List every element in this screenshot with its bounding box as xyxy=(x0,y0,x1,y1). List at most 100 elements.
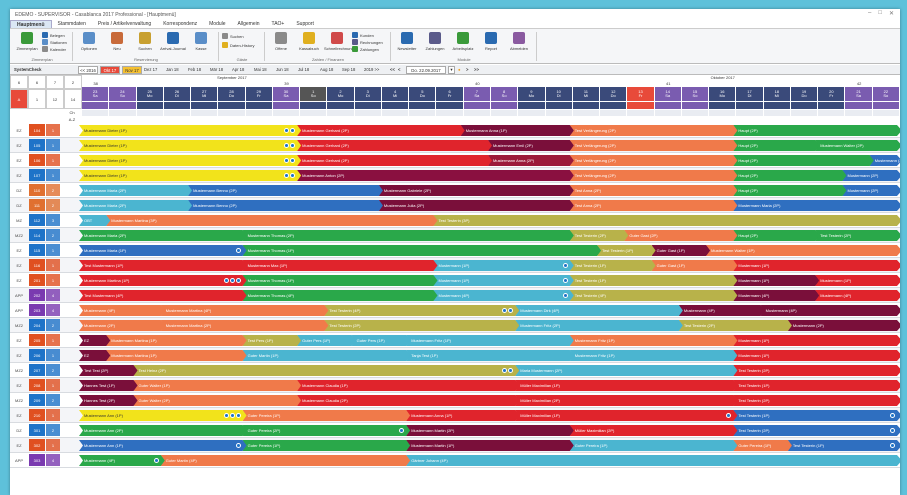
ribbon-button-1-2[interactable]: Suchen xyxy=(132,32,158,55)
booking-bar[interactable]: Mustermann Maria (2P) xyxy=(733,200,900,211)
booking-bar[interactable]: Test Testerin (2P) xyxy=(679,320,793,331)
menu-tab-0[interactable]: Hauptmenü xyxy=(10,20,52,28)
booking-bar[interactable]: Mustermann (2P) xyxy=(788,320,900,331)
nav-button-0[interactable]: << 2016 xyxy=(78,66,98,74)
booking-bar[interactable]: EZ xyxy=(79,350,111,361)
booking-bar[interactable]: Mustermann Emil (2P) xyxy=(488,140,575,151)
booking-bar[interactable]: Test Test (2P) xyxy=(79,365,139,376)
booking-bar[interactable]: Mustermann (4P) xyxy=(79,455,166,466)
day-header-23[interactable]: 23 Sa xyxy=(82,87,109,101)
nav-month-9[interactable]: Sep 18 xyxy=(342,67,355,72)
day-header-21[interactable]: 21 Sa xyxy=(845,87,872,101)
booking-bar[interactable]: Guter Pers (1P) xyxy=(352,335,412,346)
booking-bar[interactable]: Mustermann Fritz (1P) xyxy=(570,335,739,346)
booking-bar[interactable]: Mustermann (1P) xyxy=(733,350,900,361)
booking-bar[interactable]: EZ xyxy=(79,335,111,346)
day-header-2[interactable]: 2 Mo xyxy=(327,87,354,101)
room-number[interactable]: 206 xyxy=(29,349,45,361)
room-number[interactable]: 204 xyxy=(29,319,45,331)
ribbon-button-4-3[interactable]: Report xyxy=(478,32,504,55)
day-header-22[interactable]: 22 So xyxy=(872,87,899,101)
booking-bar[interactable]: Mustermann (4P) xyxy=(761,305,900,316)
booking-bar[interactable]: Mustermann Fritz (1P) xyxy=(406,335,575,346)
menu-tab-3[interactable]: Korrespondenz xyxy=(157,20,203,28)
day-header-25[interactable]: 25 Mo xyxy=(136,87,163,101)
booking-bar[interactable]: Test Anna (2P) xyxy=(570,200,739,211)
booking-bar[interactable]: Haupt (2P) xyxy=(733,170,847,181)
booking-bar[interactable]: Test Testerin (3P) xyxy=(433,215,900,226)
booking-bar[interactable]: Mustermann (4P) xyxy=(433,290,574,301)
day-header-26[interactable]: 26 Di xyxy=(163,87,191,101)
day-header-12[interactable]: 12 Do xyxy=(600,87,627,101)
nav-month-0[interactable]: Dez 17 xyxy=(144,67,157,72)
booking-bar[interactable]: Test Testerin (1P) xyxy=(597,245,657,256)
booking-bar[interactable]: Hannes Test (1P) xyxy=(79,380,139,391)
nav-arrow-next-0[interactable]: > xyxy=(466,67,468,72)
booking-bar[interactable]: Test Testerin (1P) xyxy=(733,410,900,421)
booking-bar[interactable]: Mustermann Anna (1P) xyxy=(461,125,575,136)
day-header-8[interactable]: 8 So xyxy=(491,87,518,101)
room-number[interactable]: 112 xyxy=(29,214,45,226)
booking-bar[interactable]: Mustermann Thomas (1P) xyxy=(243,245,602,256)
day-header-27[interactable]: 27 Mi xyxy=(191,87,218,101)
day-header-4[interactable]: 4 Mi xyxy=(381,87,409,101)
nav-month-7[interactable]: Jul 18 xyxy=(298,67,309,72)
day-header-20[interactable]: 20 Fr xyxy=(818,87,845,101)
date-field[interactable]: Do. 22.09.2017 xyxy=(406,66,446,74)
day-header-1[interactable]: 1 So xyxy=(300,87,327,101)
booking-bar[interactable]: Guter Martin (1P) xyxy=(243,350,412,361)
day-header-11[interactable]: 11 Mi xyxy=(572,87,600,101)
booking-bar[interactable]: Test Testerin (2P) xyxy=(324,320,520,331)
ribbon-button-1-1[interactable]: Neu xyxy=(104,32,130,55)
room-number[interactable]: 116 xyxy=(29,259,45,271)
booking-bar[interactable]: Test Pers (1P) xyxy=(243,335,303,346)
room-number[interactable]: 106 xyxy=(29,154,45,166)
booking-bar[interactable]: Guter Gast (1P) xyxy=(652,260,739,271)
booking-bar[interactable]: Test Testerin (2P) xyxy=(733,425,900,436)
day-header-18[interactable]: 18 Mi xyxy=(763,87,790,101)
booking-bar[interactable]: Mustermann Dieter (1P) xyxy=(79,170,302,181)
booking-bar[interactable]: Mustermann Maria (2P) xyxy=(79,230,248,241)
room-number[interactable]: 105 xyxy=(29,139,45,151)
booking-bar[interactable]: Mustermann Thomas (1P) xyxy=(243,275,439,286)
booking-bar[interactable]: Mustermann Martina (2P) xyxy=(161,320,330,331)
booking-bar[interactable]: Haupt (2P) xyxy=(733,185,847,196)
menu-tab-2[interactable]: Preis / Artikelverwaltung xyxy=(92,20,157,28)
booking-bar[interactable]: Mustermann Max (1P) xyxy=(243,260,439,271)
booking-bar[interactable]: Mustermann (1P) xyxy=(433,260,574,271)
booking-bar[interactable]: Guter Pereira (1P) xyxy=(570,440,739,451)
room-number[interactable]: 115 xyxy=(29,244,45,256)
room-number[interactable]: 111 xyxy=(29,199,45,211)
room-number[interactable]: 202 xyxy=(29,289,45,301)
booking-bar[interactable]: Test Testerin (2P) xyxy=(570,230,630,241)
room-number[interactable]: 301 xyxy=(29,424,45,436)
booking-bar[interactable]: Mustermann Anna (1P) xyxy=(406,410,520,421)
booking-bar[interactable]: Guter Martin (4P) xyxy=(161,455,411,466)
booking-bar[interactable]: Test Testerin (4P) xyxy=(570,290,739,301)
menu-tab-4[interactable]: Module xyxy=(203,20,231,28)
room-number[interactable]: 104 xyxy=(29,124,45,136)
room-number[interactable]: 209 xyxy=(29,394,45,406)
booking-bar[interactable]: Test Testerin (4P) xyxy=(324,305,520,316)
booking-bar[interactable]: Guter Pereira (2P) xyxy=(243,425,412,436)
ribbon-button-1-0[interactable]: Optionen xyxy=(76,32,102,55)
booking-bar[interactable]: Mustermann (1P) xyxy=(733,260,900,271)
ribbon-button-3-1[interactable]: Kassabuch xyxy=(296,32,322,55)
menu-tab-6[interactable]: TAO+ xyxy=(266,20,291,28)
ribbon-button-3-0[interactable]: Offene xyxy=(268,32,294,55)
booking-bar[interactable]: Test Testerin (1P) xyxy=(733,380,900,391)
booking-bar[interactable]: Guter Gast (1P) xyxy=(652,245,712,256)
room-number[interactable]: 114 xyxy=(29,229,45,241)
booking-bar[interactable]: Test Verlängerung (2P) xyxy=(570,140,739,151)
room-number[interactable]: 203 xyxy=(29,304,45,316)
booking-bar[interactable]: Mustermann Maria (1P) xyxy=(79,245,248,256)
room-number[interactable]: 201 xyxy=(29,274,45,286)
booking-bar[interactable]: Mustermann (1P) xyxy=(733,335,900,346)
nav-month-8[interactable]: Aug 18 xyxy=(320,67,333,72)
ribbon-small-3-2[interactable]: Zahlungen xyxy=(352,46,379,52)
booking-bar[interactable]: Mustermann (2P) xyxy=(79,320,166,331)
booking-bar[interactable]: Guter Walter (2P) xyxy=(134,395,303,406)
room-number[interactable]: 207 xyxy=(29,364,45,376)
day-header-24[interactable]: 24 So xyxy=(109,87,136,101)
booking-bar[interactable]: Mustermann Julia (2P) xyxy=(379,200,575,211)
